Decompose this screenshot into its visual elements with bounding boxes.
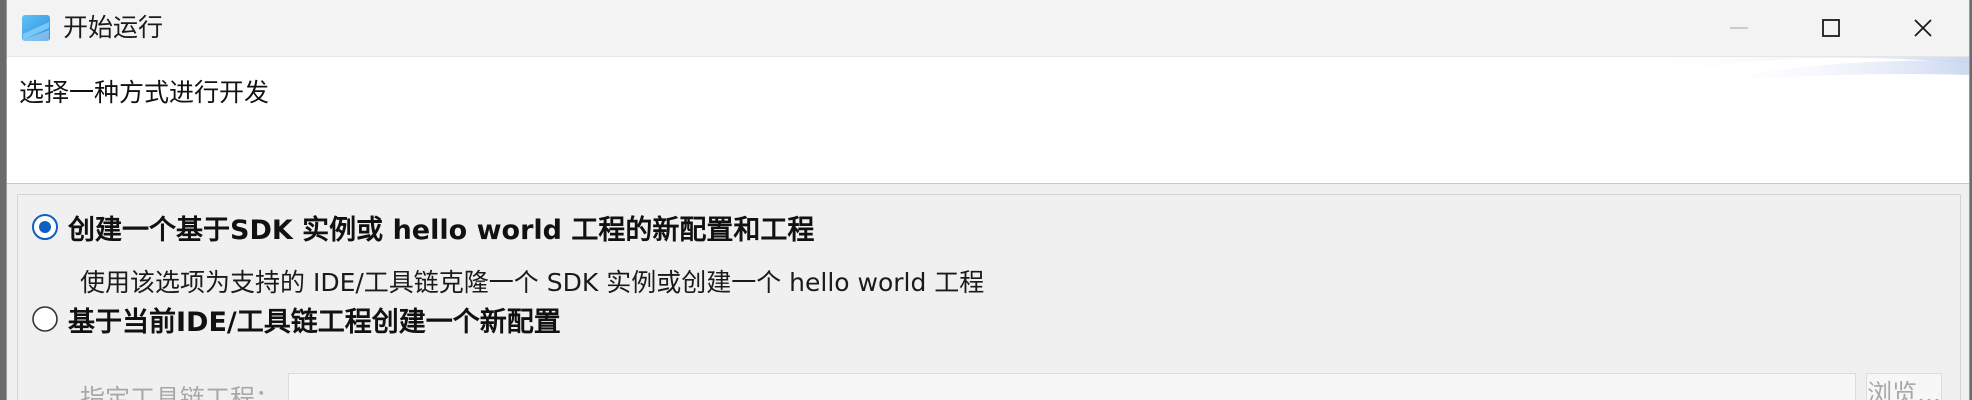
option-sdk-example-label: 创建一个基于SDK 实例或 hello world 工程的新配置和工程 (68, 214, 815, 246)
banner-decoration (1639, 57, 1969, 83)
app-icon (22, 15, 50, 41)
radio-selected-icon[interactable] (32, 214, 58, 240)
option-sdk-example-description: 使用该选项为支持的 IDE/工具链克隆一个 SDK 实例或创建一个 hello … (80, 268, 985, 297)
title-bar[interactable]: 开始运行 (7, 0, 1969, 57)
option-existing-project[interactable]: 基于当前IDE/工具链工程创建一个新配置 (32, 301, 561, 338)
window-title: 开始运行 (63, 13, 164, 42)
toolchain-project-input[interactable] (288, 373, 1856, 400)
maximize-icon (1822, 19, 1840, 37)
wizard-header: 选择一种方式进行开发 (7, 57, 1969, 184)
option-existing-project-label: 基于当前IDE/工具链工程创建一个新配置 (68, 306, 561, 338)
toolchain-project-label: 指定工具链工程： (80, 384, 281, 400)
minimize-button[interactable] (1693, 0, 1785, 56)
radio-unselected-icon[interactable] (32, 306, 58, 332)
minimize-icon (1730, 27, 1748, 29)
browse-button[interactable]: 浏览... (1866, 373, 1942, 400)
maximize-button[interactable] (1785, 0, 1877, 56)
close-button[interactable] (1877, 0, 1969, 56)
header-message: 选择一种方式进行开发 (19, 78, 270, 107)
close-icon (1914, 19, 1932, 37)
options-group: 创建一个基于SDK 实例或 hello world 工程的新配置和工程 使用该选… (17, 194, 1961, 400)
dialog-window: 开始运行 选择一种方式进行开发 创建一个基于SDK 实例或 hello worl… (6, 0, 1970, 400)
option-sdk-example[interactable]: 创建一个基于SDK 实例或 hello world 工程的新配置和工程 (32, 209, 815, 246)
